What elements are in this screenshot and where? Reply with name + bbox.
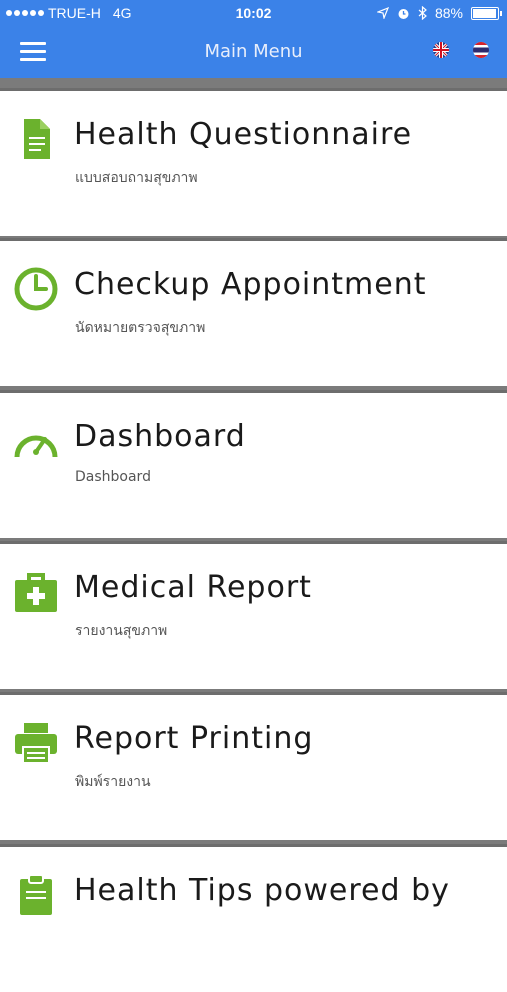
nav-bar: Main Menu xyxy=(0,28,507,78)
battery-icon xyxy=(471,6,502,20)
menu-item-health-questionnaire[interactable]: Health Questionnaire แบบสอบถามสุขภาพ xyxy=(0,88,507,236)
menu-item-subtitle: พิมพ์รายงาน xyxy=(75,774,151,790)
menu-item-title: Dashboard xyxy=(74,419,246,454)
menu-item-title: Medical Report xyxy=(74,570,312,605)
clock-icon xyxy=(14,267,58,311)
menu-item-subtitle: Dashboard xyxy=(75,469,151,485)
battery-percent: 88% xyxy=(434,5,463,21)
menu-item-subtitle: นัดหมายตรวจสุขภาพ xyxy=(75,320,206,336)
menu-item-title: Report Printing xyxy=(74,721,314,756)
page-title: Main Menu xyxy=(204,41,303,62)
menu-item-health-tips[interactable]: Health Tips powered by xyxy=(0,844,507,992)
battery-fill xyxy=(473,8,496,18)
bluetooth-icon xyxy=(418,6,427,20)
thai-flag-icon[interactable] xyxy=(473,42,489,58)
menu-item-title: Health Questionnaire xyxy=(74,117,413,152)
status-bar: TRUE-H 4G 10:02 88% xyxy=(0,0,507,28)
menu-item-dashboard[interactable]: Dashboard Dashboard xyxy=(0,390,507,538)
document-icon xyxy=(24,119,50,159)
status-right: 88% xyxy=(376,5,502,21)
menu-item-report-printing[interactable]: Report Printing พิมพ์รายงาน xyxy=(0,692,507,840)
speedometer-icon xyxy=(14,435,58,458)
menu-item-subtitle: แบบสอบถามสุขภาพ xyxy=(75,170,198,186)
menu-item-title: Checkup Appointment xyxy=(74,267,427,302)
menu-item-subtitle: รายงานสุขภาพ xyxy=(75,623,168,639)
english-flag-icon[interactable] xyxy=(433,42,449,58)
clipboard-icon xyxy=(20,874,52,915)
menu-item-checkup-appointment[interactable]: Checkup Appointment นัดหมายตรวจสุขภาพ xyxy=(0,238,507,386)
medical-kit-icon xyxy=(15,573,57,612)
menu-item-title: Health Tips powered by xyxy=(74,873,450,908)
location-icon xyxy=(376,7,389,19)
alarm-icon xyxy=(398,8,409,19)
printer-icon xyxy=(15,723,57,764)
menu-item-medical-report[interactable]: Medical Report รายงานสุขภาพ xyxy=(0,541,507,689)
